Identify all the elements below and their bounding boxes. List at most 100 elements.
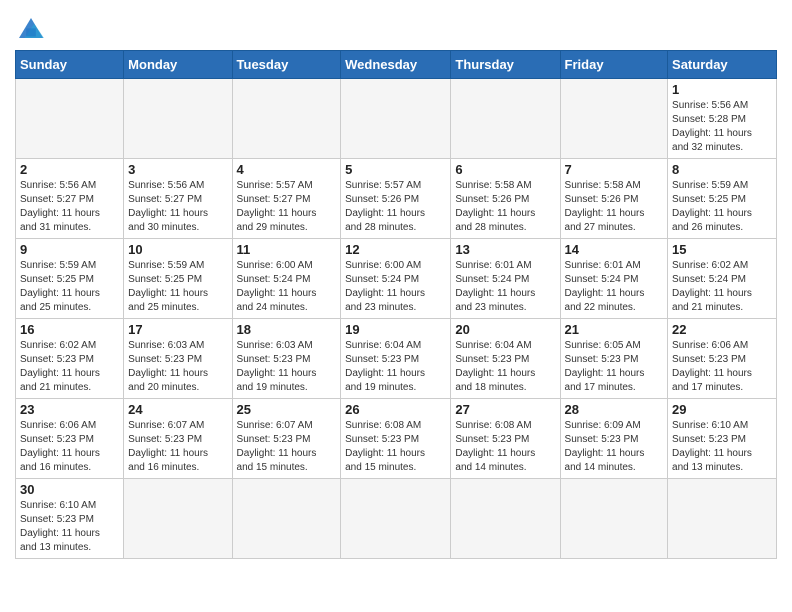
day-number: 21 [565, 322, 664, 337]
day-cell-1-1: 3 Sunrise: 5:56 AM Sunset: 5:27 PM Daylig… [124, 159, 232, 239]
day-cell-2-3: 12Sunrise: 6:00 AM Sunset: 5:24 PM Dayli… [341, 239, 451, 319]
day-cell-5-4 [451, 479, 560, 559]
day-cell-1-3: 5 Sunrise: 5:57 AM Sunset: 5:26 PM Daylig… [341, 159, 451, 239]
day-number: 13 [455, 242, 555, 257]
weekday-header-monday: Monday [124, 51, 232, 79]
day-number: 25 [237, 402, 337, 417]
day-cell-5-6 [668, 479, 777, 559]
day-info: Sunrise: 6:01 AM Sunset: 5:24 PM Dayligh… [455, 259, 555, 315]
day-cell-3-4: 20 Sunrise: 6:04 AM Sunset: 5:23 PM Dayli… [451, 319, 560, 399]
day-number: 28 [565, 402, 664, 417]
day-cell-0-3 [341, 79, 451, 159]
day-number: 19 [345, 322, 446, 337]
day-number: 1 [672, 82, 772, 97]
day-number: 23 [20, 402, 119, 417]
day-cell-5-1 [124, 479, 232, 559]
day-number: 24 [128, 402, 227, 417]
day-info: Sunrise: 6:10 AM Sunset: 5:23 PM Dayligh… [20, 499, 119, 555]
day-cell-4-2: 25 Sunrise: 6:07 AM Sunset: 5:23 PM Dayli… [232, 399, 341, 479]
day-info: Sunrise: 6:00 AM Sunset: 5:24 PM Dayligh… [237, 259, 337, 315]
day-info: Sunrise: 6:03 AM Sunset: 5:23 PM Dayligh… [128, 339, 227, 395]
day-cell-4-0: 23 Sunrise: 6:06 AM Sunset: 5:23 PM Dayli… [16, 399, 124, 479]
day-number: 11 [237, 242, 337, 257]
day-info: Sunrise: 6:06 AM Sunset: 5:23 PM Dayligh… [20, 419, 119, 475]
day-cell-1-2: 4 Sunrise: 5:57 AM Sunset: 5:27 PM Daylig… [232, 159, 341, 239]
day-info: Sunrise: 6:07 AM Sunset: 5:23 PM Dayligh… [128, 419, 227, 475]
day-cell-2-5: 14 Sunrise: 6:01 AM Sunset: 5:24 PM Dayli… [560, 239, 668, 319]
weekday-header-tuesday: Tuesday [232, 51, 341, 79]
weekday-header-thursday: Thursday [451, 51, 560, 79]
day-info: Sunrise: 5:57 AM Sunset: 5:26 PM Dayligh… [345, 179, 446, 235]
day-cell-2-0: 9Sunrise: 5:59 AM Sunset: 5:25 PM Daylig… [16, 239, 124, 319]
day-number: 10 [128, 242, 227, 257]
week-row-3: 16Sunrise: 6:02 AM Sunset: 5:23 PM Dayli… [16, 319, 777, 399]
day-number: 16 [20, 322, 119, 337]
day-cell-0-0 [16, 79, 124, 159]
day-info: Sunrise: 6:04 AM Sunset: 5:23 PM Dayligh… [455, 339, 555, 395]
day-info: Sunrise: 5:59 AM Sunset: 5:25 PM Dayligh… [672, 179, 772, 235]
day-number: 3 [128, 162, 227, 177]
day-cell-0-2 [232, 79, 341, 159]
day-number: 29 [672, 402, 772, 417]
day-cell-2-2: 11 Sunrise: 6:00 AM Sunset: 5:24 PM Dayli… [232, 239, 341, 319]
day-info: Sunrise: 6:09 AM Sunset: 5:23 PM Dayligh… [565, 419, 664, 475]
logo [15, 10, 51, 42]
day-info: Sunrise: 6:04 AM Sunset: 5:23 PM Dayligh… [345, 339, 446, 395]
week-row-5: 30 Sunrise: 6:10 AM Sunset: 5:23 PM Dayli… [16, 479, 777, 559]
day-cell-2-1: 10 Sunrise: 5:59 AM Sunset: 5:25 PM Dayli… [124, 239, 232, 319]
day-info: Sunrise: 6:01 AM Sunset: 5:24 PM Dayligh… [565, 259, 664, 315]
day-cell-5-2 [232, 479, 341, 559]
day-cell-0-6: 1 Sunrise: 5:56 AM Sunset: 5:28 PM Daylig… [668, 79, 777, 159]
day-info: Sunrise: 6:05 AM Sunset: 5:23 PM Dayligh… [565, 339, 664, 395]
day-cell-4-4: 27Sunrise: 6:08 AM Sunset: 5:23 PM Dayli… [451, 399, 560, 479]
day-info: Sunrise: 6:02 AM Sunset: 5:24 PM Dayligh… [672, 259, 772, 315]
weekday-header-sunday: Sunday [16, 51, 124, 79]
logo-icon [15, 14, 47, 42]
day-info: Sunrise: 5:58 AM Sunset: 5:26 PM Dayligh… [565, 179, 664, 235]
day-number: 15 [672, 242, 772, 257]
day-info: Sunrise: 5:56 AM Sunset: 5:27 PM Dayligh… [128, 179, 227, 235]
day-cell-1-5: 7 Sunrise: 5:58 AM Sunset: 5:26 PM Daylig… [560, 159, 668, 239]
day-info: Sunrise: 6:07 AM Sunset: 5:23 PM Dayligh… [237, 419, 337, 475]
week-row-0: 1 Sunrise: 5:56 AM Sunset: 5:28 PM Daylig… [16, 79, 777, 159]
day-info: Sunrise: 6:06 AM Sunset: 5:23 PM Dayligh… [672, 339, 772, 395]
day-cell-3-0: 16Sunrise: 6:02 AM Sunset: 5:23 PM Dayli… [16, 319, 124, 399]
day-cell-5-5 [560, 479, 668, 559]
day-number: 30 [20, 482, 119, 497]
day-cell-0-4 [451, 79, 560, 159]
day-info: Sunrise: 5:56 AM Sunset: 5:27 PM Dayligh… [20, 179, 119, 235]
day-number: 20 [455, 322, 555, 337]
day-cell-2-6: 15 Sunrise: 6:02 AM Sunset: 5:24 PM Dayli… [668, 239, 777, 319]
page: SundayMondayTuesdayWednesdayThursdayFrid… [0, 0, 792, 574]
day-number: 17 [128, 322, 227, 337]
weekday-header-wednesday: Wednesday [341, 51, 451, 79]
day-cell-1-4: 6Sunrise: 5:58 AM Sunset: 5:26 PM Daylig… [451, 159, 560, 239]
week-row-4: 23 Sunrise: 6:06 AM Sunset: 5:23 PM Dayli… [16, 399, 777, 479]
day-cell-4-1: 24 Sunrise: 6:07 AM Sunset: 5:23 PM Dayli… [124, 399, 232, 479]
day-cell-3-3: 19 Sunrise: 6:04 AM Sunset: 5:23 PM Dayli… [341, 319, 451, 399]
day-number: 5 [345, 162, 446, 177]
day-number: 22 [672, 322, 772, 337]
weekday-header-saturday: Saturday [668, 51, 777, 79]
day-cell-1-6: 8Sunrise: 5:59 AM Sunset: 5:25 PM Daylig… [668, 159, 777, 239]
day-info: Sunrise: 5:57 AM Sunset: 5:27 PM Dayligh… [237, 179, 337, 235]
day-cell-3-6: 22 Sunrise: 6:06 AM Sunset: 5:23 PM Dayli… [668, 319, 777, 399]
day-info: Sunrise: 5:59 AM Sunset: 5:25 PM Dayligh… [128, 259, 227, 315]
day-cell-3-2: 18Sunrise: 6:03 AM Sunset: 5:23 PM Dayli… [232, 319, 341, 399]
day-cell-0-1 [124, 79, 232, 159]
day-number: 2 [20, 162, 119, 177]
day-number: 7 [565, 162, 664, 177]
day-info: Sunrise: 5:56 AM Sunset: 5:28 PM Dayligh… [672, 99, 772, 155]
day-number: 18 [237, 322, 337, 337]
day-cell-0-5 [560, 79, 668, 159]
day-cell-3-5: 21 Sunrise: 6:05 AM Sunset: 5:23 PM Dayli… [560, 319, 668, 399]
day-cell-2-4: 13 Sunrise: 6:01 AM Sunset: 5:24 PM Dayli… [451, 239, 560, 319]
day-info: Sunrise: 6:00 AM Sunset: 5:24 PM Dayligh… [345, 259, 446, 315]
day-number: 14 [565, 242, 664, 257]
day-info: Sunrise: 6:08 AM Sunset: 5:23 PM Dayligh… [455, 419, 555, 475]
day-cell-4-3: 26Sunrise: 6:08 AM Sunset: 5:23 PM Dayli… [341, 399, 451, 479]
day-number: 4 [237, 162, 337, 177]
day-info: Sunrise: 6:08 AM Sunset: 5:23 PM Dayligh… [345, 419, 446, 475]
day-cell-5-0: 30 Sunrise: 6:10 AM Sunset: 5:23 PM Dayli… [16, 479, 124, 559]
weekday-header-row: SundayMondayTuesdayWednesdayThursdayFrid… [16, 51, 777, 79]
